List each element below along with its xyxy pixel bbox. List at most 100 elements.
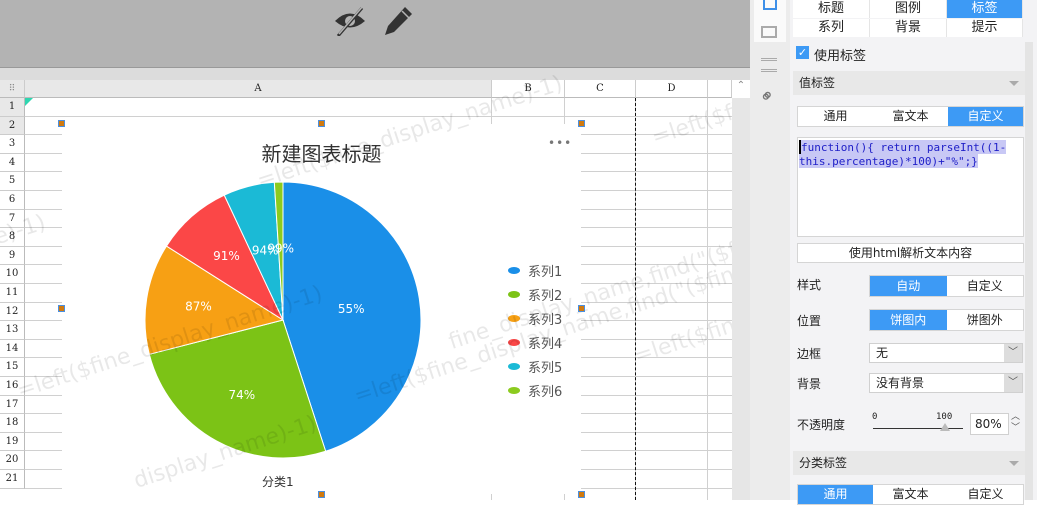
position-outside-button[interactable]: 饼图外: [947, 310, 1024, 330]
widget-icon[interactable]: [761, 26, 777, 38]
layout-icon[interactable]: [761, 58, 777, 72]
position-label: 位置: [797, 314, 822, 328]
legend-item[interactable]: 系列1: [508, 258, 562, 282]
vertical-scrollbar[interactable]: ⌃: [732, 80, 750, 500]
position-inside-button[interactable]: 饼图内: [870, 310, 947, 330]
legend-marker-icon: [508, 290, 520, 298]
resize-handle[interactable]: [578, 120, 585, 127]
subtab-custom[interactable]: 自定义: [948, 485, 1023, 504]
tab-series[interactable]: 系列: [793, 19, 870, 37]
slice-label: 87%: [185, 300, 212, 314]
row-header[interactable]: 3: [0, 135, 25, 154]
column-header-d[interactable]: D: [636, 80, 708, 98]
value-label-section[interactable]: 值标签: [793, 71, 1025, 95]
row-header[interactable]: 1: [0, 98, 25, 117]
row-header[interactable]: 4: [0, 153, 25, 173]
resize-handle[interactable]: [58, 120, 65, 127]
select-all-corner[interactable]: ⠿: [0, 80, 25, 98]
row-header[interactable]: 18: [0, 414, 25, 433]
section-title: 分类标签: [799, 456, 848, 470]
row-header[interactable]: 21: [0, 470, 25, 489]
legend-marker-icon: [508, 362, 520, 370]
style-auto-button[interactable]: 自动: [870, 276, 947, 296]
tab-legend[interactable]: 图例: [870, 0, 947, 18]
scroll-up-icon[interactable]: ⌃: [732, 80, 750, 98]
column-header-a[interactable]: A: [25, 80, 492, 98]
legend-item[interactable]: 系列3: [508, 306, 562, 330]
opacity-stepper[interactable]: ︿ ﹀: [1011, 412, 1020, 434]
category-label-subtabs: 通用 富文本 自定义: [797, 484, 1024, 505]
subtab-custom[interactable]: 自定义: [948, 107, 1023, 126]
row-header[interactable]: 19: [0, 432, 25, 452]
row-header[interactable]: 14: [0, 339, 25, 359]
legend-label: 系列5: [528, 360, 563, 376]
html-parse-button[interactable]: 使用html解析文本内容: [797, 243, 1024, 263]
subtab-rich-text[interactable]: 富文本: [873, 485, 948, 504]
border-select[interactable]: 无 ﹀: [869, 343, 1023, 363]
legend-item[interactable]: 系列6: [508, 378, 562, 402]
chevron-down-icon: ﹀: [1004, 344, 1022, 362]
background-select[interactable]: 没有背景 ﹀: [869, 373, 1023, 393]
resize-handle[interactable]: [58, 305, 65, 312]
column-header-b[interactable]: B: [492, 80, 565, 98]
row-header[interactable]: 2: [0, 116, 25, 136]
tab-label[interactable]: 标签: [947, 0, 1023, 18]
pencil-icon[interactable]: [383, 4, 415, 36]
legend-item[interactable]: 系列2: [508, 282, 562, 306]
eye-slash-icon[interactable]: [332, 4, 368, 36]
border-value: 无: [876, 346, 889, 360]
row-header[interactable]: 13: [0, 321, 25, 340]
legend-item[interactable]: 系列4: [508, 330, 562, 354]
subtab-general[interactable]: 通用: [798, 107, 873, 126]
opacity-slider[interactable]: [873, 423, 963, 431]
code-editor[interactable]: function(){ return parseInt((1- this.per…: [797, 137, 1024, 237]
resize-handle[interactable]: [578, 305, 585, 312]
row-header[interactable]: 15: [0, 358, 25, 377]
row-header[interactable]: 17: [0, 395, 25, 415]
legend-marker-icon: [508, 386, 520, 394]
slice-label: 55%: [338, 302, 365, 316]
tab-tooltip[interactable]: 提示: [947, 19, 1023, 37]
row-header[interactable]: 8: [0, 228, 25, 247]
row-header[interactable]: 7: [0, 209, 25, 229]
slider-thumb[interactable]: [940, 423, 950, 431]
legend-label: 系列3: [528, 312, 563, 328]
slice-label: 91%: [213, 249, 240, 263]
divider: [0, 68, 750, 80]
grid-line: [707, 98, 708, 500]
row-header[interactable]: 12: [0, 302, 25, 322]
properties-panel: 标题 图例 标签 系列 背景 提示 ✓ 使用标签 值标签 通用 富文本 自定义 …: [790, 0, 1037, 505]
resize-handle[interactable]: [318, 491, 325, 498]
link-icon[interactable]: ⚭: [755, 84, 781, 110]
row-header[interactable]: 5: [0, 172, 25, 191]
resize-handle[interactable]: [318, 120, 325, 127]
pie-chart[interactable]: 新建图表标题 ••• 55% 74% 87% 91% 94% 99% 系列1 系列2 系列3 系…: [62, 124, 581, 494]
category-label-section[interactable]: 分类标签: [793, 451, 1025, 475]
column-header-e[interactable]: [708, 80, 732, 98]
row-header[interactable]: 6: [0, 191, 25, 210]
style-custom-button[interactable]: 自定义: [947, 276, 1024, 296]
border-label: 边框: [797, 347, 822, 361]
style-toggle: 自动 自定义: [869, 275, 1024, 297]
column-header-c[interactable]: C: [565, 80, 636, 98]
resize-handle[interactable]: [578, 491, 585, 498]
row-header[interactable]: 9: [0, 246, 25, 266]
legend-item[interactable]: 系列5: [508, 354, 562, 378]
chevron-down-icon: ﹀: [1004, 374, 1022, 392]
panel-scrollbar[interactable]: [1025, 42, 1033, 500]
legend-label: 系列6: [528, 384, 563, 400]
subtab-rich-text[interactable]: 富文本: [873, 107, 948, 126]
row-header[interactable]: 10: [0, 265, 25, 284]
tab-title[interactable]: 标题: [793, 0, 870, 18]
subtab-general[interactable]: 通用: [798, 485, 873, 504]
row-header[interactable]: 11: [0, 284, 25, 303]
tab-background[interactable]: 背景: [870, 19, 947, 37]
legend-marker-icon: [508, 314, 520, 322]
use-label-checkbox[interactable]: ✓: [796, 46, 809, 59]
legend-label: 系列2: [528, 288, 563, 304]
row-header[interactable]: 20: [0, 451, 25, 470]
legend-label: 系列1: [528, 264, 563, 280]
opacity-label: 不透明度: [797, 418, 846, 432]
opacity-input[interactable]: 80%: [970, 413, 1009, 435]
row-header[interactable]: 16: [0, 377, 25, 396]
